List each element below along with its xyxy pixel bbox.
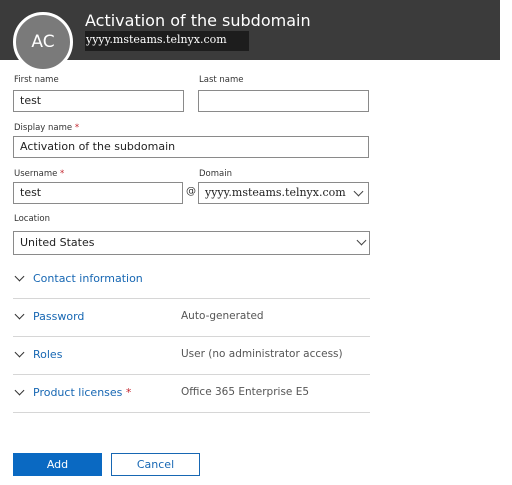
display-name-field[interactable]: Activation of the subdomain [13, 136, 369, 158]
section-label-wrap[interactable]: Product licenses * [33, 386, 131, 399]
section-label[interactable]: Password [33, 310, 84, 323]
section-value: Auto-generated [181, 310, 264, 322]
domain-select[interactable]: yyyy.msteams.telnyx.com [198, 182, 369, 204]
section-value: User (no administrator access) [181, 348, 343, 360]
chevron-down-icon[interactable] [14, 347, 25, 358]
add-button[interactable]: Add [13, 453, 102, 476]
panel-subtitle: yyyy.msteams.telnyx.com [86, 33, 227, 46]
domain-label: Domain [199, 169, 232, 179]
cancel-button[interactable]: Cancel [111, 453, 200, 476]
section-label[interactable]: Roles [33, 348, 62, 361]
section-contact-information[interactable]: Contact information [13, 260, 370, 299]
section-label[interactable]: Contact information [33, 272, 143, 285]
required-mark: * [125, 386, 132, 399]
chevron-down-icon[interactable] [14, 385, 25, 396]
display-name-label-text: Display name [14, 123, 73, 133]
panel-subtitle-box: yyyy.msteams.telnyx.com [85, 31, 249, 51]
panel-header [0, 0, 500, 60]
last-name-label: Last name [199, 75, 244, 85]
panel-title: Activation of the subdomain [85, 11, 311, 30]
username-label: Username * [14, 169, 64, 179]
avatar: AC [13, 12, 73, 72]
required-mark: * [60, 169, 65, 179]
section-value: Office 365 Enterprise E5 [181, 386, 310, 398]
username-label-text: Username [14, 169, 58, 179]
first-name-label: First name [14, 75, 59, 85]
required-mark: * [74, 123, 80, 133]
domain-value: yyyy.msteams.telnyx.com [205, 186, 346, 199]
location-label: Location [14, 214, 50, 224]
username-field[interactable]: test [13, 182, 183, 204]
display-name-label: Display name * [14, 123, 79, 133]
location-select[interactable]: United States [13, 231, 370, 255]
chevron-down-icon[interactable] [14, 271, 25, 282]
last-name-field[interactable] [198, 90, 369, 112]
section-roles[interactable]: Roles User (no administrator access) [13, 336, 370, 375]
chevron-down-icon[interactable] [14, 309, 25, 320]
section-label[interactable]: Product licenses [33, 386, 122, 399]
at-sign: @ [186, 186, 196, 197]
location-value: United States [20, 236, 95, 249]
section-password[interactable]: Password Auto-generated [13, 298, 370, 337]
section-product-licenses[interactable]: Product licenses * Office 365 Enterprise… [13, 374, 370, 413]
first-name-field[interactable]: test [13, 90, 184, 112]
